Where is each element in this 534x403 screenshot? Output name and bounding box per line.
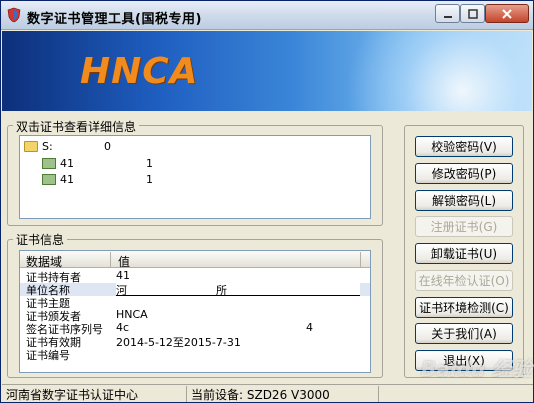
row-key: 证书编号 — [26, 349, 70, 362]
cert-tree-group-label: 双击证书查看详细信息 — [13, 118, 140, 135]
certificate-icon — [42, 157, 56, 169]
tree-root-count: 0 — [104, 139, 111, 153]
baidu-watermark: Baidu 经验 — [421, 357, 533, 381]
tree-item[interactable]: 41 1 — [42, 171, 352, 187]
uninstall-cert-button[interactable]: 卸载证书(U) — [415, 243, 513, 264]
title-bar[interactable]: 数字证书管理工具(国税专用) — [1, 1, 533, 30]
minimize-icon — [443, 15, 452, 18]
register-cert-button[interactable]: 注册证书(G) — [415, 216, 513, 237]
verify-password-button[interactable]: 校验密码(V) — [415, 136, 513, 157]
cert-env-check-button[interactable]: 证书环境检测(C) — [415, 297, 513, 318]
banner-glow — [332, 31, 532, 111]
row-value: 4c — [116, 321, 130, 334]
close-icon — [502, 8, 512, 19]
row-value-extra: 4 — [306, 321, 313, 334]
close-button[interactable] — [485, 4, 529, 23]
column-header-value[interactable]: 值 — [118, 253, 130, 270]
status-org: 河南省数字证书认证中心 — [6, 388, 139, 402]
row-edit-field[interactable] — [116, 283, 360, 296]
table-row[interactable]: 证书编号 — [20, 348, 370, 362]
maximize-icon — [467, 8, 478, 19]
status-device: 当前设备: SZD26 V3000 — [186, 386, 330, 402]
app-window: 数字证书管理工具(国税专用) HNCA 双击证书查看详细信息 S: 0 41 1 — [0, 0, 534, 403]
banner-image: HNCA — [2, 31, 532, 111]
change-password-button[interactable]: 修改密码(P) — [415, 163, 513, 184]
tree-item-label: 41 — [60, 156, 74, 170]
row-value: HNCA — [116, 308, 148, 321]
certificate-icon — [42, 173, 56, 185]
window-title: 数字证书管理工具(国税专用) — [27, 12, 202, 27]
tree-item[interactable]: 41 1 — [42, 155, 352, 171]
table-row[interactable]: 证书有效期 2014-5-12至2015-7-31 — [20, 335, 370, 349]
cert-info-group-label: 证书信息 — [13, 231, 68, 248]
status-bar: 河南省数字证书认证中心 当前设备: SZD26 V3000 — [2, 384, 533, 402]
tree-root-item[interactable]: S: 0 — [24, 138, 354, 154]
tree-item-count: 1 — [146, 172, 153, 186]
status-empty-pane — [378, 386, 528, 402]
tree-item-count: 1 — [146, 156, 153, 170]
hnca-logo: HNCA — [80, 51, 199, 92]
table-header: 数据域 值 — [20, 251, 370, 270]
folder-icon — [24, 140, 38, 152]
column-divider[interactable] — [360, 252, 361, 267]
table-row[interactable]: 单位名称 河 所 — [20, 283, 370, 297]
unlock-password-button[interactable]: 解锁密码(L) — [415, 190, 513, 211]
minimize-button[interactable] — [435, 4, 460, 23]
cert-info-table[interactable]: 数据域 值 证书持有者 41 单位名称 河 所 证书主题 证书颁发者 HNCA … — [19, 250, 371, 373]
shield-icon — [7, 7, 21, 23]
table-row[interactable]: 证书持有者 41 — [20, 269, 370, 284]
column-header-field[interactable]: 数据域 — [26, 253, 62, 270]
maximize-button[interactable] — [460, 4, 485, 23]
online-annual-check-button[interactable]: 在线年检认证(O) — [415, 270, 513, 291]
row-value: 41 — [116, 269, 130, 282]
cert-tree[interactable]: S: 0 41 1 41 1 — [19, 135, 371, 219]
column-divider[interactable] — [110, 252, 111, 267]
tree-root-label: S: — [42, 139, 53, 153]
tree-item-label: 41 — [60, 172, 74, 186]
about-us-button[interactable]: 关于我们(A) — [415, 323, 513, 344]
